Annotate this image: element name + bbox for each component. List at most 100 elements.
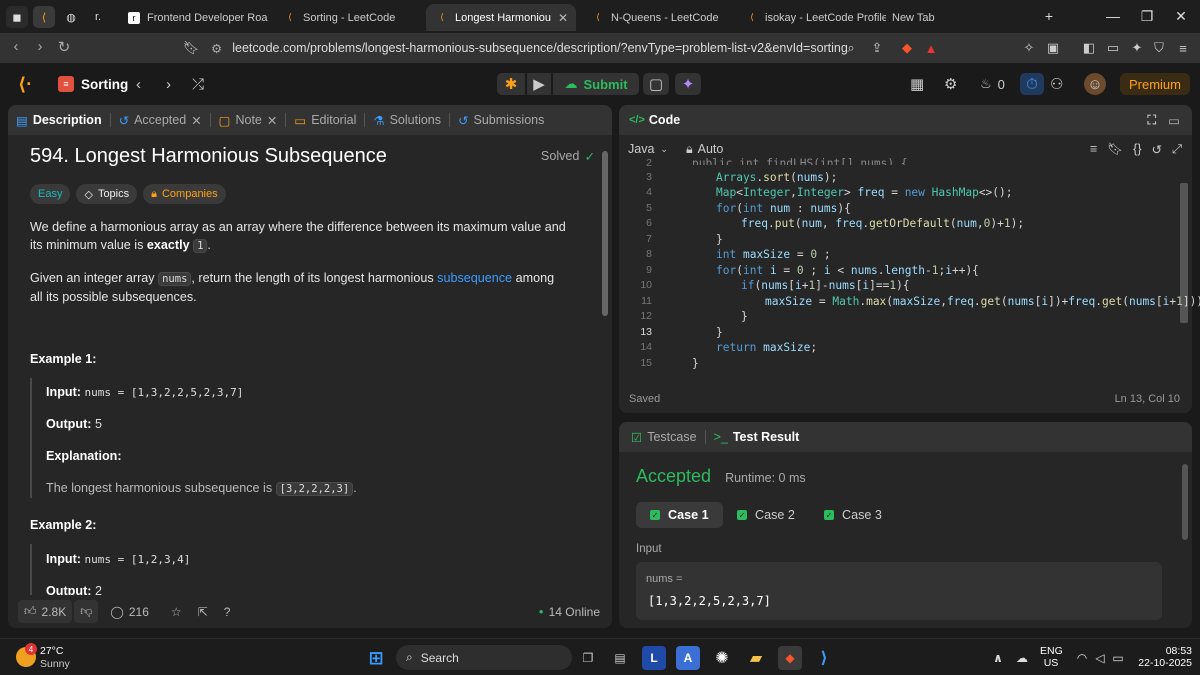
close-tab-icon[interactable]: ✕ — [558, 11, 568, 25]
run-play-icon[interactable]: ▶ — [527, 73, 551, 95]
code-line[interactable]: for(int num : nums){ — [716, 202, 851, 215]
pinned-globe-icon[interactable]: ◍ — [60, 6, 82, 28]
browser-tab-active[interactable]: ⟨ Longest Harmonious Su ✕ — [426, 4, 576, 31]
notes-icon[interactable]: ▢ — [643, 73, 669, 95]
code-line[interactable]: for(int i = 0 ; i < nums.length-1;i++){ — [716, 264, 979, 277]
code-line[interactable]: Map<Integer,Integer> freq = new HashMap<… — [716, 186, 1013, 199]
tab-editorial[interactable]: ▭ Editorial — [286, 113, 364, 128]
chevron-up-icon[interactable]: ∧ — [986, 646, 1010, 670]
fullscreen-icon[interactable]: ⤢ — [1172, 142, 1182, 157]
code-line[interactable]: } — [741, 310, 748, 323]
shuffle-icon[interactable]: ⤮ — [192, 73, 204, 95]
auto-mode-label[interactable]: Auto — [698, 142, 724, 156]
code-line[interactable]: freq.put(num, freq.getOrDefault(num,0)+1… — [741, 217, 1024, 230]
code-line[interactable]: return maxSize; — [716, 341, 817, 354]
task-view-icon[interactable]: ❐ — [576, 646, 600, 670]
layout-grid-icon[interactable]: ▦ — [910, 73, 924, 95]
browser-tab[interactable]: r Frontend Developer Roadm — [118, 4, 268, 31]
expand-icon[interactable]: ⛶ — [1147, 113, 1156, 128]
wallet-icon[interactable]: ▣ — [1044, 39, 1062, 57]
browser-tab[interactable]: ⟨ N-Queens - LeetCode — [582, 4, 732, 31]
close-tab-icon[interactable]: ✕ — [267, 113, 277, 128]
back-arrow-icon[interactable]: ‹ — [6, 38, 26, 55]
tab-submissions[interactable]: ↺ Submissions — [450, 113, 552, 128]
code-line[interactable]: } — [716, 326, 723, 339]
add-friend-icon[interactable]: ⚇ — [1050, 73, 1063, 95]
url-field[interactable]: ⚙ leetcode.com/problems/longest-harmonio… — [211, 38, 891, 58]
topics-tag[interactable]: ◇ Topics — [76, 184, 138, 204]
app-l-icon[interactable]: L — [642, 646, 666, 670]
leo-ai-icon[interactable]: ✦ — [1128, 39, 1146, 57]
reader-icon[interactable]: ▭ — [1104, 39, 1122, 57]
pinned-leetcode-icon[interactable]: ⟨ — [33, 6, 55, 28]
tab-description[interactable]: ▤ Description — [8, 113, 110, 128]
result-scrollbar[interactable] — [1182, 464, 1188, 540]
bookmark-icon[interactable]: 🔖︎ — [182, 39, 200, 57]
next-problem-icon[interactable]: › — [166, 73, 171, 95]
close-window-icon[interactable]: ✕ — [1164, 4, 1198, 28]
code-line[interactable]: } — [716, 233, 723, 246]
settings-gear-icon[interactable]: ⚙ — [944, 73, 957, 95]
thumbs-down-icon[interactable]: 👎︎ — [74, 600, 99, 623]
zoom-icon[interactable]: ⌕ — [842, 39, 860, 57]
case-1-tab[interactable]: ✓ Case 1 — [636, 502, 723, 528]
ai-sparkle-icon[interactable]: ✦ — [675, 73, 701, 95]
help-icon[interactable]: ? — [224, 605, 231, 619]
companies-tag[interactable]: 🔒︎ Companies — [143, 184, 226, 204]
format-icon[interactable]: ≡ — [1090, 142, 1097, 156]
close-tab-icon[interactable]: ✕ — [191, 113, 201, 128]
menu-icon[interactable]: ≡ — [1174, 39, 1192, 57]
system-clock[interactable]: 08:53 22-10-2025 — [1130, 645, 1192, 669]
brave-shields-icon[interactable]: ◆ — [898, 39, 916, 57]
submit-button[interactable]: ☁ Submit — [553, 73, 639, 95]
browser-tab[interactable]: ⟨ Sorting - LeetCode — [274, 4, 424, 31]
share-icon[interactable]: ⇪ — [868, 39, 886, 57]
scrollbar-thumb[interactable] — [602, 151, 608, 316]
vpn-icon[interactable]: ⛉ — [1150, 39, 1168, 57]
leetcode-logo-icon[interactable]: ⟨· — [18, 73, 32, 95]
browser-tab[interactable]: ⟨ isokay - LeetCode Profile — [736, 4, 886, 31]
tab-note[interactable]: ▢ Note ✕ — [211, 113, 286, 128]
pinned-tab-icon[interactable]: r. — [87, 6, 109, 28]
new-tab-plus-icon[interactable]: + — [1032, 4, 1066, 28]
language-select[interactable]: Java — [628, 142, 654, 156]
battery-icon[interactable]: ▭ — [1106, 646, 1130, 670]
language-indicator[interactable]: ENG US — [1040, 645, 1063, 669]
code-line[interactable]: public int findLHS(int[] nums) { — [692, 157, 908, 165]
minimize-icon[interactable]: — — [1096, 4, 1130, 28]
file-explorer-icon[interactable]: ▰ — [744, 646, 768, 670]
brave-rewards-icon[interactable]: ▲ — [922, 39, 940, 57]
onedrive-cloud-icon[interactable]: ☁ — [1010, 646, 1034, 670]
difficulty-badge[interactable]: Easy — [30, 184, 71, 204]
code-line[interactable]: if(nums[i+1]-nums[i]==1){ — [741, 279, 910, 292]
site-settings-icon[interactable]: ⚙ — [211, 41, 222, 56]
braces-icon[interactable]: {} — [1133, 142, 1141, 156]
avatar[interactable]: ☺ — [1084, 73, 1106, 95]
taskbar-search[interactable]: ⌕ Search — [396, 645, 572, 670]
code-line[interactable]: Arrays.sort(nums); — [716, 171, 837, 184]
app-icon[interactable]: A — [676, 646, 700, 670]
case-2-tab[interactable]: ✓ Case 2 — [723, 502, 809, 528]
extensions-icon[interactable]: ✧ — [1020, 39, 1038, 57]
windows-start-icon[interactable]: ⊞ — [364, 646, 388, 670]
tab-accepted[interactable]: ↺ Accepted ✕ — [111, 113, 210, 128]
maximize-icon[interactable]: ❐ — [1130, 4, 1164, 28]
weather-desc[interactable]: Sunny — [40, 658, 70, 670]
tab-solutions[interactable]: ⚗ Solutions — [365, 113, 449, 128]
store-icon[interactable]: ▤ — [608, 646, 632, 670]
premium-button[interactable]: Premium — [1120, 73, 1190, 95]
comments-button[interactable]: ◯ 216 — [110, 605, 148, 619]
pinned-tab-icon[interactable]: ◼ — [6, 6, 28, 28]
bookmark-icon[interactable]: 🔖︎ — [1107, 142, 1123, 157]
code-line[interactable]: } — [692, 357, 699, 370]
code-line[interactable]: maxSize = Math.max(maxSize,freq.get(nums… — [765, 295, 1200, 308]
tab-testcase[interactable]: ☑ Testcase — [623, 430, 705, 445]
case-3-tab[interactable]: ✓ Case 3 — [810, 502, 896, 528]
vscode-icon[interactable]: ⟩ — [812, 646, 836, 670]
share-icon[interactable]: ⇱ — [198, 605, 208, 619]
star-icon[interactable]: ☆ — [171, 605, 182, 619]
code-line[interactable]: int maxSize = 0 ; — [716, 248, 831, 261]
sidebar-icon[interactable]: ◧ — [1080, 39, 1098, 57]
debug-icon[interactable]: ✱ — [497, 73, 525, 95]
subsequence-link[interactable]: subsequence — [437, 271, 512, 285]
